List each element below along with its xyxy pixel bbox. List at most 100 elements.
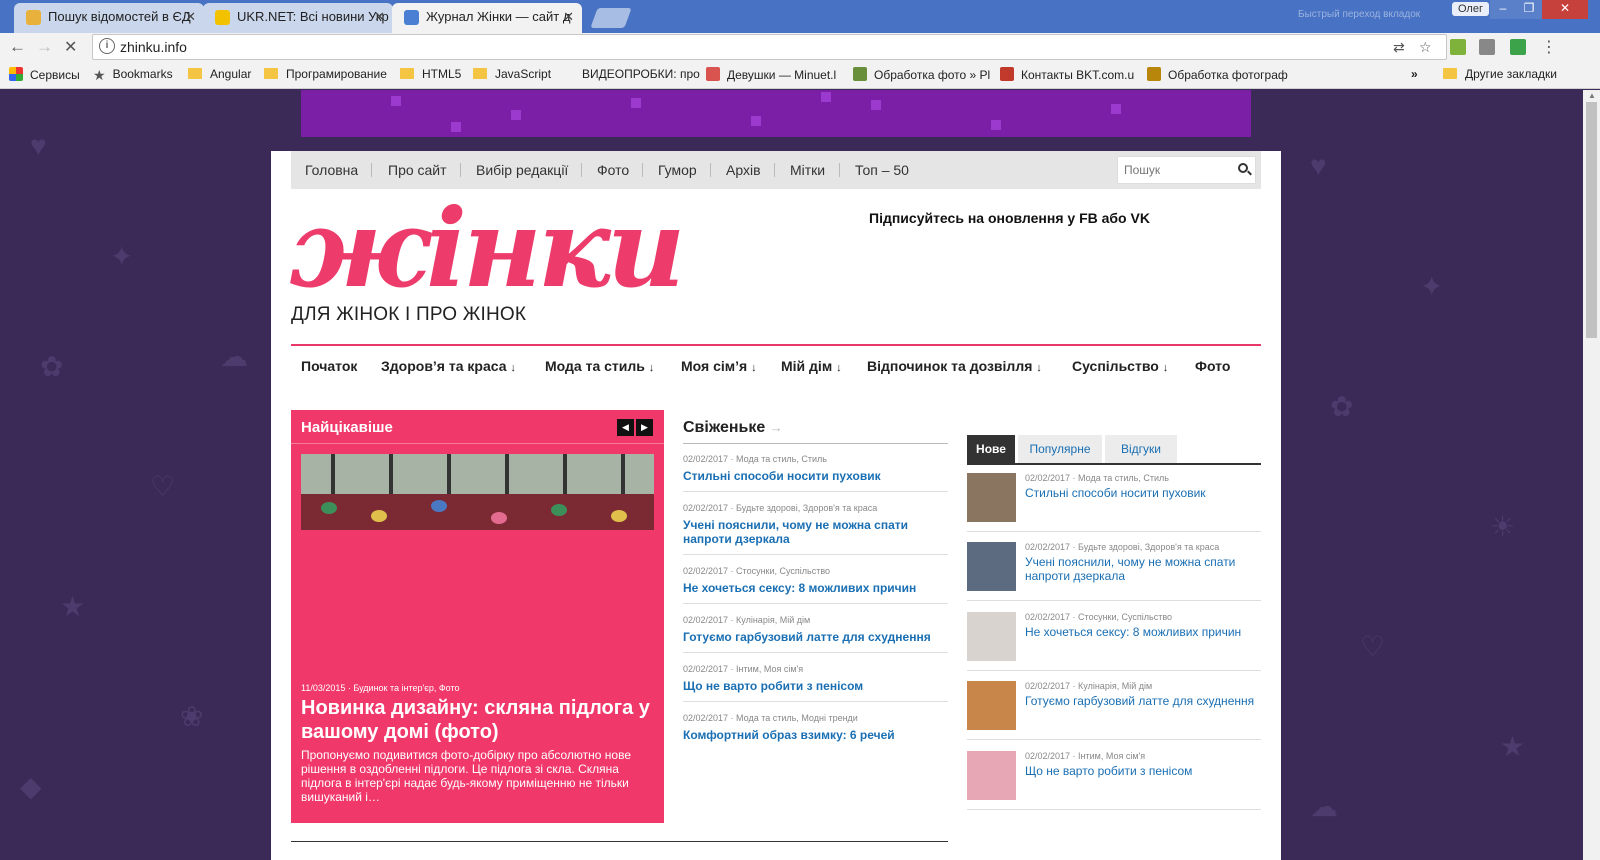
window-close-button[interactable]: ✕	[1542, 0, 1588, 19]
item-meta: 02/02/2017 · Інтим, Моя сім'я	[1025, 751, 1146, 761]
featured-headline[interactable]: Новинка дизайну: скляна підлога у вашому…	[301, 696, 661, 744]
star-icon: ★	[93, 67, 106, 83]
item-meta: 02/02/2017 · Стосунки, Суспільство	[1025, 612, 1173, 622]
bookmark-item[interactable]: ВИДЕОПРОБКИ: про	[582, 67, 700, 81]
bookmark-folder[interactable]: JavaScript	[473, 67, 551, 81]
cat-leisure[interactable]: Відпочинок та дозвілля ↓	[867, 358, 1042, 374]
item-link[interactable]: Стильні способи носити пуховик	[1025, 486, 1261, 500]
article-thumbnail[interactable]	[967, 473, 1016, 522]
extension-icon[interactable]	[1450, 39, 1466, 55]
doodle-flower-icon: ✿	[1330, 391, 1354, 422]
article-thumbnail[interactable]	[967, 681, 1016, 730]
dropdown-arrow-icon: ↓	[751, 362, 757, 374]
browser-tab-2[interactable]: UKR.NET: Всі новини Укр ✕	[203, 3, 393, 33]
subscribe-text[interactable]: Підписуйтесь на оновлення у FB або VK	[869, 210, 1150, 226]
topnav-top50[interactable]: Топ – 50	[855, 162, 909, 178]
apps-grid-icon	[9, 67, 23, 81]
bookmark-item[interactable]: Обработка фото » Pl	[853, 67, 990, 82]
tab-popular[interactable]: Популярне	[1018, 435, 1102, 463]
article-thumbnail[interactable]	[967, 542, 1016, 591]
tab-title: Пошук відомостей в ЄД	[48, 9, 191, 24]
site-favicon	[1000, 67, 1014, 81]
cat-health-beauty[interactable]: Здоров’я та краса ↓	[381, 358, 516, 374]
item-link[interactable]: Не хочеться сексу: 8 можливих причин	[683, 581, 948, 595]
cat-family[interactable]: Моя сім’я ↓	[681, 358, 757, 374]
menu-icon[interactable]: ⋮	[1541, 37, 1557, 57]
top-ad-banner[interactable]	[301, 90, 1251, 137]
cat-photo[interactable]: Фото	[1195, 358, 1230, 374]
cat-society[interactable]: Суспільство ↓	[1072, 358, 1168, 374]
slider-prev-button[interactable]: ◀	[617, 419, 634, 436]
info-icon[interactable]: i	[99, 38, 115, 54]
topnav-about[interactable]: Про сайт	[388, 162, 447, 178]
item-link[interactable]: Не хочеться сексу: 8 можливих причин	[1025, 625, 1261, 639]
extension-icon[interactable]	[1510, 39, 1526, 55]
scrollbar-thumb[interactable]	[1586, 102, 1597, 338]
item-link[interactable]: Готуємо гарбузовий латте для схуднення	[1025, 694, 1261, 708]
slider-next-button[interactable]: ▶	[636, 419, 653, 436]
fresh-title[interactable]: Свіженьке →	[683, 419, 783, 437]
apps-shortcut[interactable]: Сервисы	[9, 67, 80, 82]
article-thumbnail[interactable]	[967, 612, 1016, 661]
cat-home[interactable]: Мій дім ↓	[781, 358, 842, 374]
bookmark-item[interactable]: ★ Bookmarks	[93, 67, 173, 83]
doodle-heart-icon: ♡	[1360, 631, 1386, 662]
topnav-home[interactable]: Головна	[305, 162, 358, 178]
scroll-up-arrow-icon[interactable]: ▲	[1588, 91, 1596, 100]
close-icon[interactable]: ✕	[185, 3, 196, 30]
topnav-tags[interactable]: Мітки	[790, 162, 825, 178]
search-input[interactable]	[1118, 157, 1228, 183]
item-link[interactable]: Готуємо гарбузовий латте для схуднення	[683, 630, 948, 644]
item-link[interactable]: Учені пояснили, чому не можна спати напр…	[1025, 555, 1261, 583]
tab-list-item: 02/02/2017 · Інтим, Моя сім'я Що не варт…	[967, 751, 1261, 810]
browser-tab-1[interactable]: Пошук відомостей в ЄД ✕	[14, 3, 204, 33]
forward-arrow-icon[interactable]: →	[36, 37, 53, 57]
item-link[interactable]: Що не варто робити з пенісом	[1025, 764, 1261, 778]
tab-new[interactable]: Нове	[967, 435, 1015, 463]
minimize-button[interactable]: –	[1490, 0, 1516, 19]
bookmark-item[interactable]: Девушки — Minuet.l	[706, 67, 836, 82]
browser-tab-3-active[interactable]: Журнал Жінки — сайт д ✕	[392, 3, 582, 33]
other-bookmarks-folder[interactable]: Другие закладки	[1443, 67, 1557, 81]
article-thumbnail[interactable]	[967, 751, 1016, 800]
translate-icon[interactable]: ⇄	[1393, 39, 1405, 56]
topnav-photo[interactable]: Фото	[597, 162, 629, 178]
featured-meta: 11/03/2015 · Будинок та інтер'єр, Фото	[301, 683, 460, 693]
tab-comments[interactable]: Відгуки	[1105, 435, 1177, 463]
bookmark-folder[interactable]: Програмирование	[264, 67, 387, 81]
featured-image[interactable]	[301, 454, 654, 530]
folder-icon	[188, 68, 202, 79]
close-icon[interactable]: ✕	[563, 3, 574, 30]
site-logo[interactable]: жінки	[289, 189, 685, 309]
bookmarks-overflow-button[interactable]: »	[1411, 67, 1418, 81]
close-icon[interactable]: ✕	[374, 3, 385, 30]
item-link[interactable]: Учені пояснили, чому не можна спати напр…	[683, 518, 948, 546]
bookmark-item[interactable]: Контакты BKT.com.u	[1000, 67, 1134, 82]
bookmark-folder[interactable]: Angular	[188, 67, 251, 81]
bookmark-star-icon[interactable]: ☆	[1419, 39, 1432, 56]
tab-favicon	[404, 10, 419, 25]
address-bar[interactable]: i zhinku.info ⇄ ☆	[92, 34, 1447, 60]
back-arrow-icon[interactable]: ←	[9, 37, 26, 57]
bookmark-item[interactable]: Обработка фотограф	[1147, 67, 1288, 82]
url-text[interactable]: zhinku.info	[120, 39, 187, 55]
maximize-button[interactable]: ❐	[1516, 0, 1542, 19]
fresh-item: 02/02/2017 · Мода та стиль, Стиль Стильн…	[683, 454, 948, 492]
topnav-archive[interactable]: Архів	[726, 162, 761, 178]
topnav-editors-choice[interactable]: Вибір редакції	[476, 162, 568, 178]
item-link[interactable]: Що не варто робити з пенісом	[683, 679, 948, 693]
item-link[interactable]: Комфортний образ взимку: 6 речей	[683, 728, 948, 742]
extension-icon[interactable]	[1479, 39, 1495, 55]
fresh-item: 02/02/2017 · Інтим, Моя сім'я Що не варт…	[683, 664, 948, 702]
folder-icon	[264, 68, 278, 79]
bookmark-folder[interactable]: HTML5	[400, 67, 461, 81]
cat-fashion[interactable]: Мода та стиль ↓	[545, 358, 654, 374]
new-tab-button[interactable]	[590, 8, 632, 28]
stop-loading-icon[interactable]: ✕	[64, 37, 77, 57]
search-icon[interactable]	[1238, 163, 1248, 173]
page-scrollbar[interactable]: ▲	[1583, 90, 1600, 860]
cat-start[interactable]: Початок	[301, 358, 357, 374]
topnav-humor[interactable]: Гумор	[658, 162, 697, 178]
profile-button[interactable]: Олег	[1452, 2, 1489, 16]
item-link[interactable]: Стильні способи носити пуховик	[683, 469, 948, 483]
